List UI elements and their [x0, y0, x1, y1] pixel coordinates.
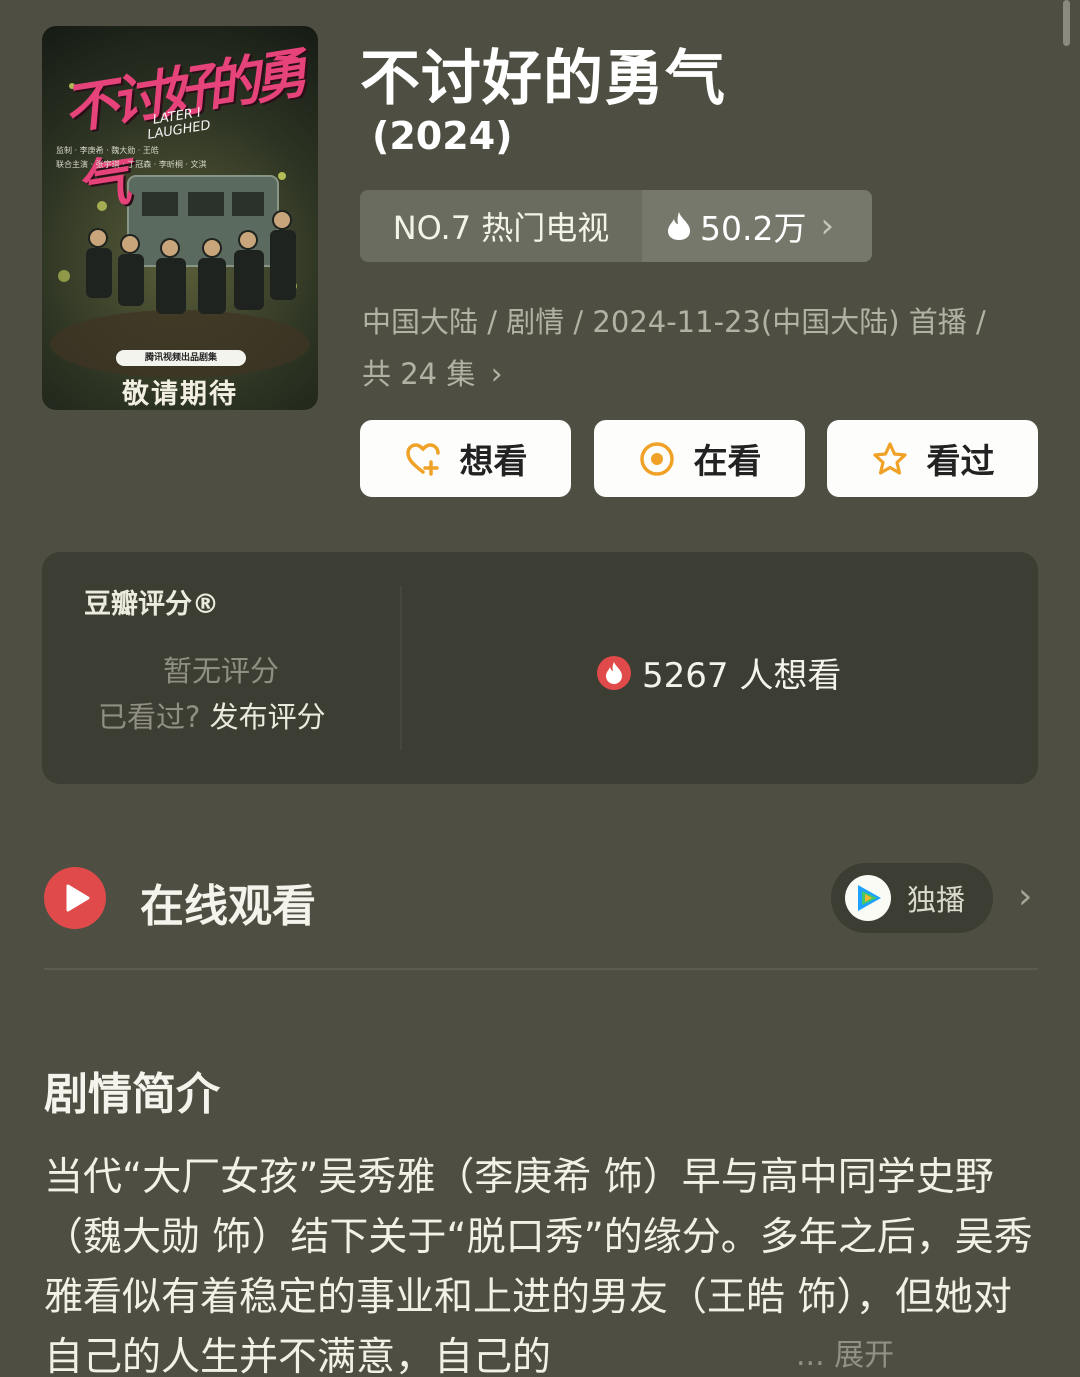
chevron-right-icon: ›	[490, 357, 503, 392]
tencent-video-logo-icon	[845, 875, 891, 921]
watched-question: 已看过?	[98, 700, 201, 734]
episode-count-link[interactable]: 共 24 集 ›	[362, 348, 1032, 401]
rank-pill[interactable]: NO.7 热门电视 50.2万 ›	[360, 190, 872, 262]
meta-info: 中国大陆 / 剧情 / 2024-11-23(中国大陆) 首播 /	[362, 305, 986, 339]
exclusive-label: 独播	[907, 883, 966, 917]
chevron-right-icon: ›	[820, 206, 835, 246]
play-icon	[44, 867, 106, 929]
watching-label: 在看	[693, 442, 762, 482]
rank-label: NO.7 热门电视	[392, 209, 610, 247]
watching-button[interactable]: 在看	[594, 420, 805, 497]
watched-button[interactable]: 看过	[827, 420, 1038, 497]
target-icon	[639, 441, 674, 476]
exclusive-platform-badge[interactable]: 独播	[831, 863, 993, 933]
poster-bottom-text: 敬请期待	[122, 379, 238, 410]
rating-card: 豆瓣评分® 暂无评分 已看过? 发布评分 5267 人想看	[42, 552, 1038, 784]
want-label: 想看	[459, 442, 528, 482]
online-watch-title: 在线观看	[140, 881, 316, 932]
hot-flame-icon	[597, 655, 631, 690]
want-to-watch-button[interactable]: 想看	[360, 420, 571, 497]
poster-image[interactable]: 不讨好的勇气 LATER I LAUGHED 监制 · 李庚希 · 魏大勋 · …	[42, 26, 318, 410]
poster-credit-line: 联合主演 · 张宇琪 · 丁冠森 · 李昕桐 · 文淇	[56, 160, 207, 169]
section-divider	[44, 968, 1038, 970]
poster-badge: 腾讯视频出品剧集	[116, 350, 246, 366]
chevron-right-icon[interactable]: ›	[1018, 876, 1032, 917]
synopsis-heading: 剧情简介	[44, 1069, 220, 1120]
heart-plus-icon	[405, 442, 440, 476]
no-rating-text: 暂无评分	[162, 654, 279, 688]
watched-label: 看过	[926, 442, 995, 482]
star-icon	[872, 441, 907, 475]
show-title: 不讨好的勇气	[360, 44, 726, 114]
watched-prompt: 已看过? 发布评分	[98, 694, 326, 736]
show-year: (2024)	[372, 114, 513, 158]
want-count: 5267 人想看	[596, 648, 841, 697]
publish-rating-link[interactable]: 发布评分	[210, 700, 326, 734]
rating-divider	[400, 586, 402, 750]
heat-indicator[interactable]: 50.2万 ›	[642, 190, 872, 262]
douban-rating-brand: 豆瓣评分®	[84, 589, 219, 620]
want-count-text: 5267 人想看	[642, 656, 842, 696]
show-meta: 中国大陆 / 剧情 / 2024-11-23(中国大陆) 首播 / 共 24 集…	[362, 296, 1032, 401]
flame-icon	[668, 212, 690, 240]
expand-link[interactable]: ... 展开	[796, 1330, 1066, 1376]
poster-credit-line: 监制 · 李庚希 · 魏大勋 · 王皓	[56, 146, 159, 155]
scrollbar[interactable]	[1063, 0, 1070, 46]
episode-count: 共 24 集	[362, 357, 476, 391]
poster-credits: 监制 · 李庚希 · 魏大勋 · 王皓 联合主演 · 张宇琪 · 丁冠森 · 李…	[56, 144, 306, 172]
heat-value: 50.2万	[700, 209, 807, 248]
